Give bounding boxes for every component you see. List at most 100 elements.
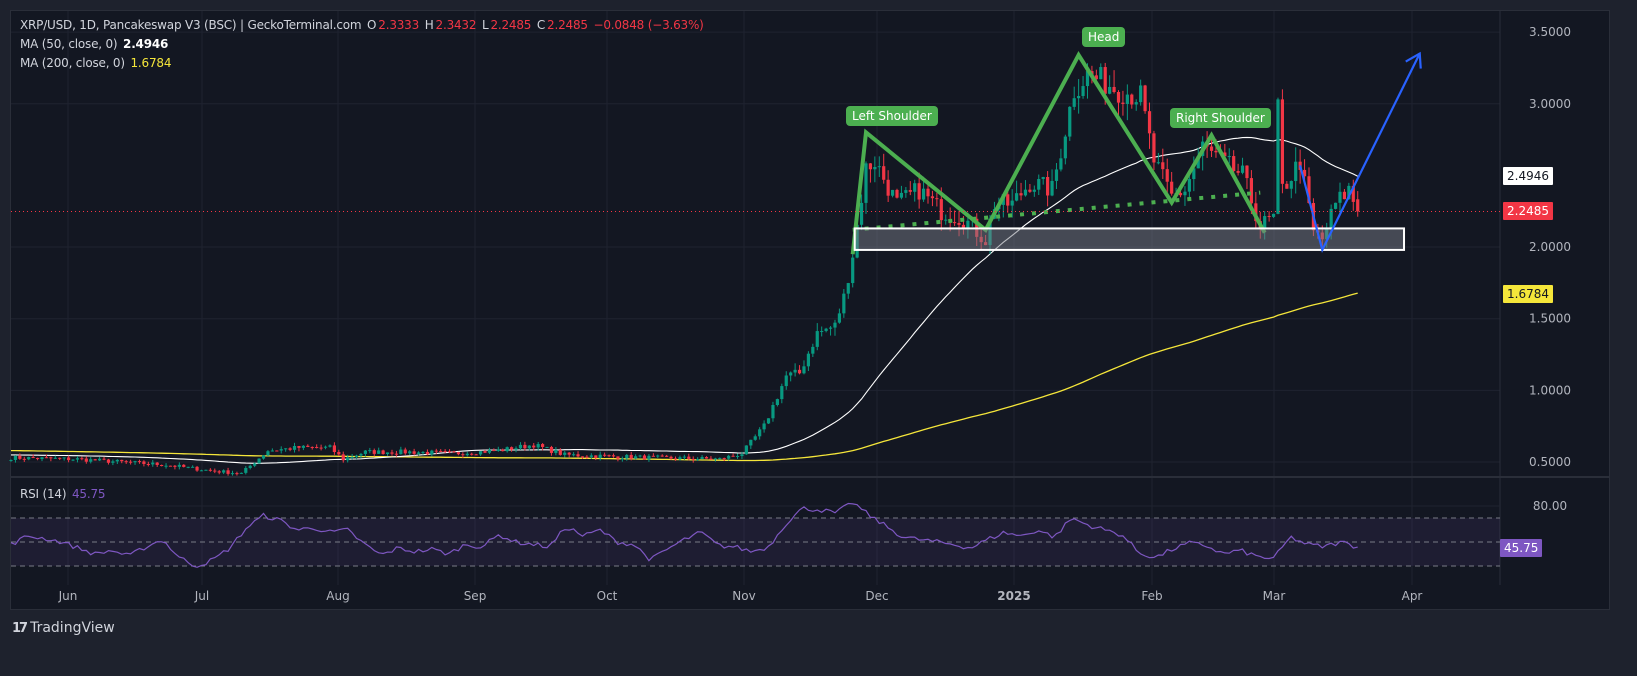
- candle-body: [292, 445, 297, 450]
- head-label[interactable]: Head: [1082, 27, 1126, 47]
- change-value: −0.0848 (−3.63%): [593, 18, 704, 32]
- candle: [718, 457, 722, 460]
- tradingview-logo[interactable]: 17 TradingView: [12, 620, 115, 636]
- candle: [700, 455, 704, 460]
- candle: [882, 153, 886, 184]
- candle: [102, 456, 106, 461]
- candle-body: [1015, 193, 1019, 201]
- candle-body: [629, 454, 633, 459]
- candle: [576, 451, 580, 458]
- candle: [137, 459, 142, 464]
- candle: [35, 457, 40, 461]
- candle-body: [111, 461, 115, 463]
- candle-body: [762, 423, 766, 430]
- candle: [456, 451, 461, 456]
- candle-body: [31, 457, 35, 459]
- candle: [1170, 171, 1174, 196]
- candle-body: [789, 372, 793, 376]
- candle-body: [1121, 102, 1125, 104]
- candle: [1015, 180, 1019, 202]
- candle: [873, 156, 877, 183]
- candle: [270, 448, 274, 452]
- candle: [1333, 202, 1338, 210]
- candle: [651, 453, 655, 457]
- candle: [775, 398, 779, 407]
- candle-body: [1240, 165, 1245, 173]
- left-shoulder-label[interactable]: Left Shoulder: [846, 106, 938, 126]
- candle: [487, 447, 492, 455]
- candle-body: [244, 468, 248, 473]
- candle: [1147, 102, 1152, 149]
- candle: [1010, 189, 1014, 218]
- right-shoulder-label[interactable]: Right Shoulder: [1170, 108, 1271, 128]
- candle: [797, 365, 802, 375]
- candle: [952, 210, 957, 226]
- candle-body: [71, 459, 75, 461]
- candle-body: [416, 452, 421, 454]
- candle-body: [868, 163, 873, 170]
- candle-body: [27, 457, 31, 460]
- rsi-legend[interactable]: RSI (14) 45.75: [20, 487, 107, 501]
- candle-body: [75, 458, 80, 460]
- candle-body: [1050, 180, 1054, 196]
- candle-body: [598, 454, 602, 458]
- candle: [509, 446, 514, 452]
- candle-body: [168, 465, 173, 467]
- candle: [377, 447, 381, 455]
- candle: [501, 448, 505, 452]
- candle: [1152, 130, 1156, 171]
- candle-body: [913, 183, 917, 192]
- candle-body: [1333, 202, 1338, 209]
- candle-body: [718, 458, 722, 460]
- candle: [266, 450, 270, 457]
- candle: [1271, 213, 1276, 218]
- candle-body: [505, 447, 509, 452]
- candle: [173, 465, 177, 470]
- ma200-legend[interactable]: MA (200, close, 0) 1.6784: [20, 56, 173, 70]
- candle-body: [1125, 94, 1129, 104]
- candle-body: [607, 455, 611, 457]
- candle: [868, 163, 873, 183]
- ma50-legend[interactable]: MA (50, close, 0) 2.4946: [20, 37, 170, 51]
- candle: [332, 442, 336, 455]
- candle-body: [230, 473, 235, 475]
- candle-body: [257, 458, 261, 464]
- candle: [1156, 152, 1160, 165]
- candle-body: [740, 454, 744, 456]
- candle: [1134, 99, 1138, 111]
- close-label: C: [536, 18, 546, 32]
- candle-body: [137, 461, 142, 463]
- candle-body: [603, 454, 607, 456]
- candle-body: [66, 457, 71, 461]
- axes: 3.5000 3.0000 2.0000 1.5000 1.0000 0.5000 Jun J…: [58, 25, 1571, 603]
- candle: [306, 444, 310, 448]
- candle-body: [837, 313, 842, 323]
- chart-canvas[interactable]: 3.5000 3.0000 2.0000 1.5000 1.0000 0.5000 Jun J…: [0, 0, 1637, 676]
- candle-body: [682, 456, 686, 458]
- time-tick-label: Jul: [194, 589, 209, 603]
- candle-body: [704, 457, 709, 459]
- projection-arrow-line: [1299, 53, 1421, 254]
- candle: [833, 319, 837, 336]
- candle-body: [403, 449, 407, 454]
- candle-body: [266, 451, 270, 456]
- candle-body: [430, 450, 434, 455]
- candle-body: [1054, 169, 1059, 181]
- candle: [647, 454, 651, 462]
- candle: [412, 448, 416, 456]
- candle-body: [554, 450, 558, 453]
- ma50-price-badge: 2.4946: [1503, 167, 1553, 185]
- candle-body: [1271, 213, 1276, 217]
- candle-body: [625, 454, 629, 459]
- candle: [385, 452, 390, 456]
- candle-body: [363, 450, 367, 454]
- candle: [1121, 90, 1125, 116]
- candle: [864, 161, 868, 214]
- candle-body: [315, 446, 319, 448]
- candle: [1028, 184, 1032, 193]
- candle-body: [1342, 191, 1347, 200]
- candle: [704, 456, 709, 459]
- candle-body: [1108, 86, 1112, 94]
- candle-body: [700, 457, 704, 460]
- candle-body: [381, 450, 385, 455]
